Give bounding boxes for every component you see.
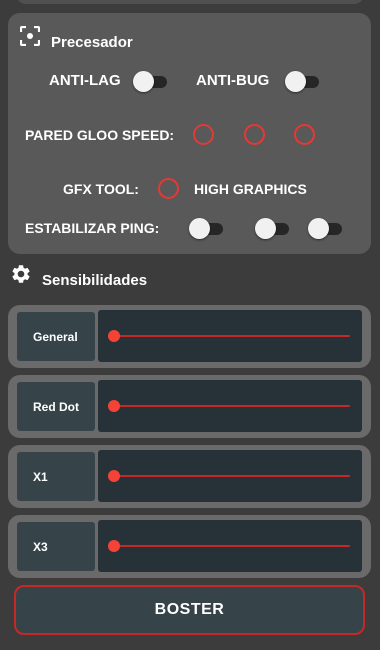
slider-thumb[interactable] [108, 470, 120, 482]
toggle-knob [308, 218, 329, 239]
toggle-knob [285, 71, 306, 92]
slider-x1[interactable] [98, 450, 362, 502]
slider-label: X3 [17, 522, 95, 571]
slider-track [112, 335, 350, 337]
slider-general[interactable] [98, 310, 362, 362]
gloo-speed-option-1[interactable] [193, 124, 214, 145]
slider-label: Red Dot [17, 382, 95, 431]
processor-panel: Precesador ANTI-LAG ANTI-BUG PARED GLOO … [8, 13, 371, 254]
gfx-tool-label: GFX TOOL: [63, 181, 139, 197]
slider-card-general: General [8, 305, 371, 368]
slider-track [112, 405, 350, 407]
gear-icon [12, 265, 30, 283]
slider-red-dot[interactable] [98, 380, 362, 432]
slider-track [112, 475, 350, 477]
processor-title: Precesador [51, 34, 133, 51]
toggle-knob [133, 71, 154, 92]
slider-card-x1: X1 [8, 445, 371, 508]
anti-bug-toggle[interactable] [285, 71, 319, 92]
slider-thumb[interactable] [108, 330, 120, 342]
slider-thumb[interactable] [108, 540, 120, 552]
toggle-knob [255, 218, 276, 239]
focus-frame-icon [20, 26, 40, 46]
slider-label: X1 [17, 452, 95, 501]
toggle-knob [189, 218, 210, 239]
slider-x3[interactable] [98, 520, 362, 572]
pared-gloo-speed-label: PARED GLOO SPEED: [25, 127, 175, 143]
top-edge-panel [16, 0, 364, 4]
anti-lag-toggle[interactable] [133, 71, 167, 92]
slider-card-red-dot: Red Dot [8, 375, 371, 438]
gfx-tool-option[interactable] [158, 178, 179, 199]
boost-button[interactable]: BOSTER [14, 585, 365, 635]
slider-card-x3: X3 [8, 515, 371, 578]
slider-track [112, 545, 350, 547]
anti-bug-label: ANTI-BUG [196, 72, 270, 89]
anti-lag-label: ANTI-LAG [49, 72, 121, 89]
ping-toggle-1[interactable] [189, 218, 223, 239]
slider-thumb[interactable] [108, 400, 120, 412]
ping-toggle-2[interactable] [255, 218, 289, 239]
high-graphics-label: HIGH GRAPHICS [194, 181, 307, 197]
slider-label: General [17, 312, 95, 361]
gloo-speed-option-3[interactable] [294, 124, 315, 145]
estabilizar-ping-label: ESTABILIZAR PING: [25, 220, 160, 236]
sensitivities-title: Sensibilidades [42, 272, 148, 289]
ping-toggle-3[interactable] [308, 218, 342, 239]
gloo-speed-option-2[interactable] [244, 124, 265, 145]
